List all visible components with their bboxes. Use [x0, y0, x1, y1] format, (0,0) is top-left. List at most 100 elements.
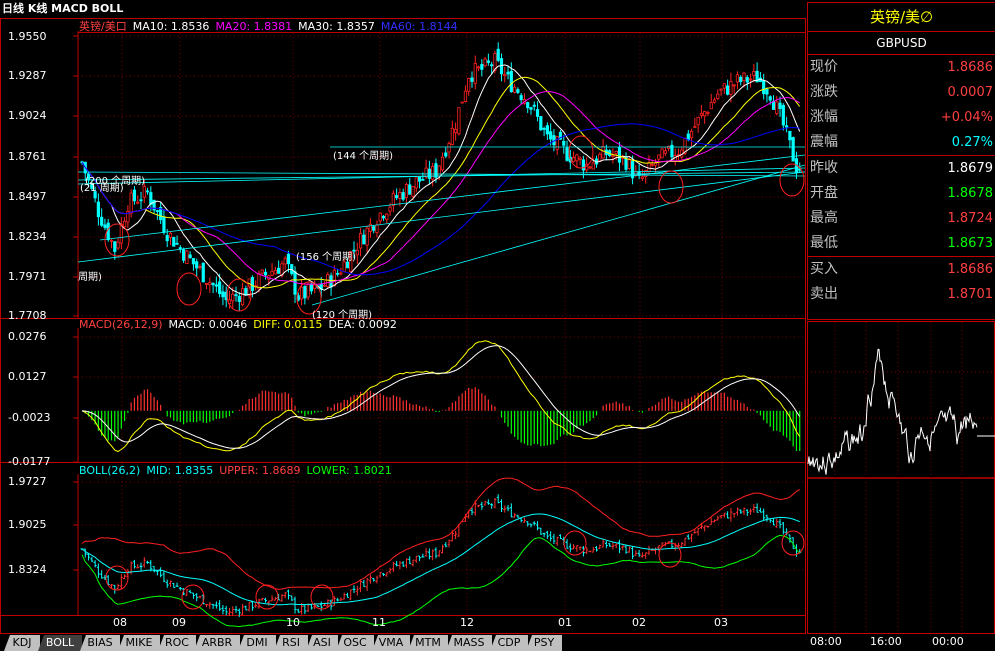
- candle-body: [565, 147, 569, 161]
- tab-vma[interactable]: VMA: [372, 635, 410, 651]
- candle-body: [414, 177, 418, 189]
- candle-body: [575, 154, 579, 162]
- candle-body: [306, 284, 310, 298]
- diff-line: [81, 340, 801, 453]
- boll-legend-mid: MID: 1.8355: [146, 464, 214, 477]
- month-label: 02: [632, 616, 646, 629]
- candle-body: [123, 220, 127, 228]
- tab-mtm[interactable]: MTM: [408, 635, 448, 651]
- highlight-circle: [568, 135, 594, 169]
- highlight-circle: [176, 272, 202, 306]
- candle-body: [431, 165, 435, 180]
- candle-body: [103, 224, 107, 228]
- month-label: 12: [460, 616, 474, 629]
- macd-ytick: 0.0127: [8, 370, 47, 383]
- candle-body: [703, 111, 707, 117]
- candle-body: [329, 275, 333, 288]
- candle-body: [735, 74, 740, 83]
- candle-body: [411, 185, 415, 197]
- candle-body: [299, 286, 304, 300]
- quote-label: 最低: [810, 235, 838, 251]
- quote-row: 最高 1.8724: [808, 206, 995, 231]
- candle-body: [578, 157, 582, 160]
- candle-body: [283, 257, 287, 265]
- candle-body: [362, 234, 366, 245]
- tab-cdp[interactable]: CDP: [490, 635, 528, 651]
- candle-body: [231, 293, 235, 302]
- price-ytick: 1.7708: [8, 309, 47, 322]
- candle-body: [562, 140, 566, 146]
- macd-ytick: 0.0276: [8, 330, 47, 343]
- month-label: 03: [714, 616, 728, 629]
- candle-body: [693, 125, 697, 128]
- candle-body: [195, 261, 199, 269]
- candle-body: [591, 162, 595, 170]
- candle-body: [185, 250, 189, 265]
- candle-body: [260, 269, 264, 274]
- tab-rsi[interactable]: RSI: [274, 635, 308, 651]
- candle-body: [473, 63, 477, 84]
- highlight-circle: [255, 584, 279, 610]
- candle-body: [188, 254, 192, 259]
- indicator-tabs: KDJ BOLL BIAS MIKE ROC ARBR DMI RSI ASI OSC VMA MTM…: [0, 633, 800, 651]
- candle-body: [529, 107, 533, 110]
- tab-roc[interactable]: ROC: [158, 635, 196, 651]
- candle-body: [155, 210, 159, 212]
- candle-body: [313, 284, 317, 290]
- tab-osc[interactable]: OSC: [336, 635, 374, 651]
- candle-body: [201, 262, 205, 283]
- candle-body: [775, 101, 779, 115]
- boll-legend-title: BOLL(26,2): [79, 464, 141, 477]
- candle-body: [355, 249, 359, 256]
- candle-body: [542, 127, 546, 130]
- candle-body: [752, 71, 756, 76]
- candle-body: [696, 116, 700, 126]
- candle-body: [303, 286, 307, 299]
- tab-dmi[interactable]: DMI: [238, 635, 276, 651]
- candle-body: [588, 166, 592, 169]
- month-label: 01: [558, 616, 572, 629]
- price-ytick: 1.8234: [8, 230, 47, 243]
- candle-body: [617, 147, 622, 163]
- candle-body: [722, 83, 726, 89]
- tab-boll[interactable]: BOLL: [38, 635, 82, 651]
- candle-body: [460, 101, 464, 104]
- candle-body: [483, 58, 487, 67]
- tab-mass[interactable]: MASS: [446, 635, 492, 651]
- tab-bias[interactable]: BIAS: [80, 635, 120, 651]
- tab-asi[interactable]: ASI: [306, 635, 338, 651]
- candle-body: [257, 273, 261, 290]
- highlight-circle: [658, 170, 684, 204]
- highlight-circle: [310, 584, 334, 610]
- month-label: 11: [372, 616, 386, 629]
- quote-row: 现价 1.8686: [808, 55, 995, 80]
- candle-body: [168, 232, 173, 238]
- tab-mike[interactable]: MIKE: [118, 635, 160, 651]
- candle-body: [545, 125, 549, 135]
- tab-arbr[interactable]: ARBR: [194, 635, 240, 651]
- tab-psy[interactable]: PSY: [526, 635, 562, 651]
- cycle-label: (144 个周期): [333, 151, 394, 162]
- candle-body: [660, 148, 664, 159]
- tab-kdj[interactable]: KDJ: [4, 635, 40, 651]
- boll-ytick: 1.9727: [8, 475, 47, 488]
- quote-value: 1.8678: [947, 186, 994, 201]
- candle-body: [270, 270, 274, 276]
- candle-body: [447, 143, 451, 153]
- candle-body: [650, 164, 654, 166]
- candle-body: [768, 96, 772, 101]
- candle-body: [627, 158, 631, 170]
- candle-body: [408, 184, 412, 195]
- candle-body: [421, 178, 425, 181]
- candle-body: [365, 227, 369, 246]
- candle-body: [716, 93, 720, 99]
- quote-value: 1.8724: [947, 211, 994, 226]
- candle-body: [726, 85, 730, 95]
- candle-body: [503, 74, 507, 77]
- quote-row: 涨幅 +0.04%: [808, 105, 995, 130]
- candle-body: [129, 192, 133, 214]
- candle-body: [624, 157, 628, 170]
- candle-body: [116, 241, 120, 249]
- month-label: 10: [286, 616, 300, 629]
- candle-body: [440, 156, 445, 171]
